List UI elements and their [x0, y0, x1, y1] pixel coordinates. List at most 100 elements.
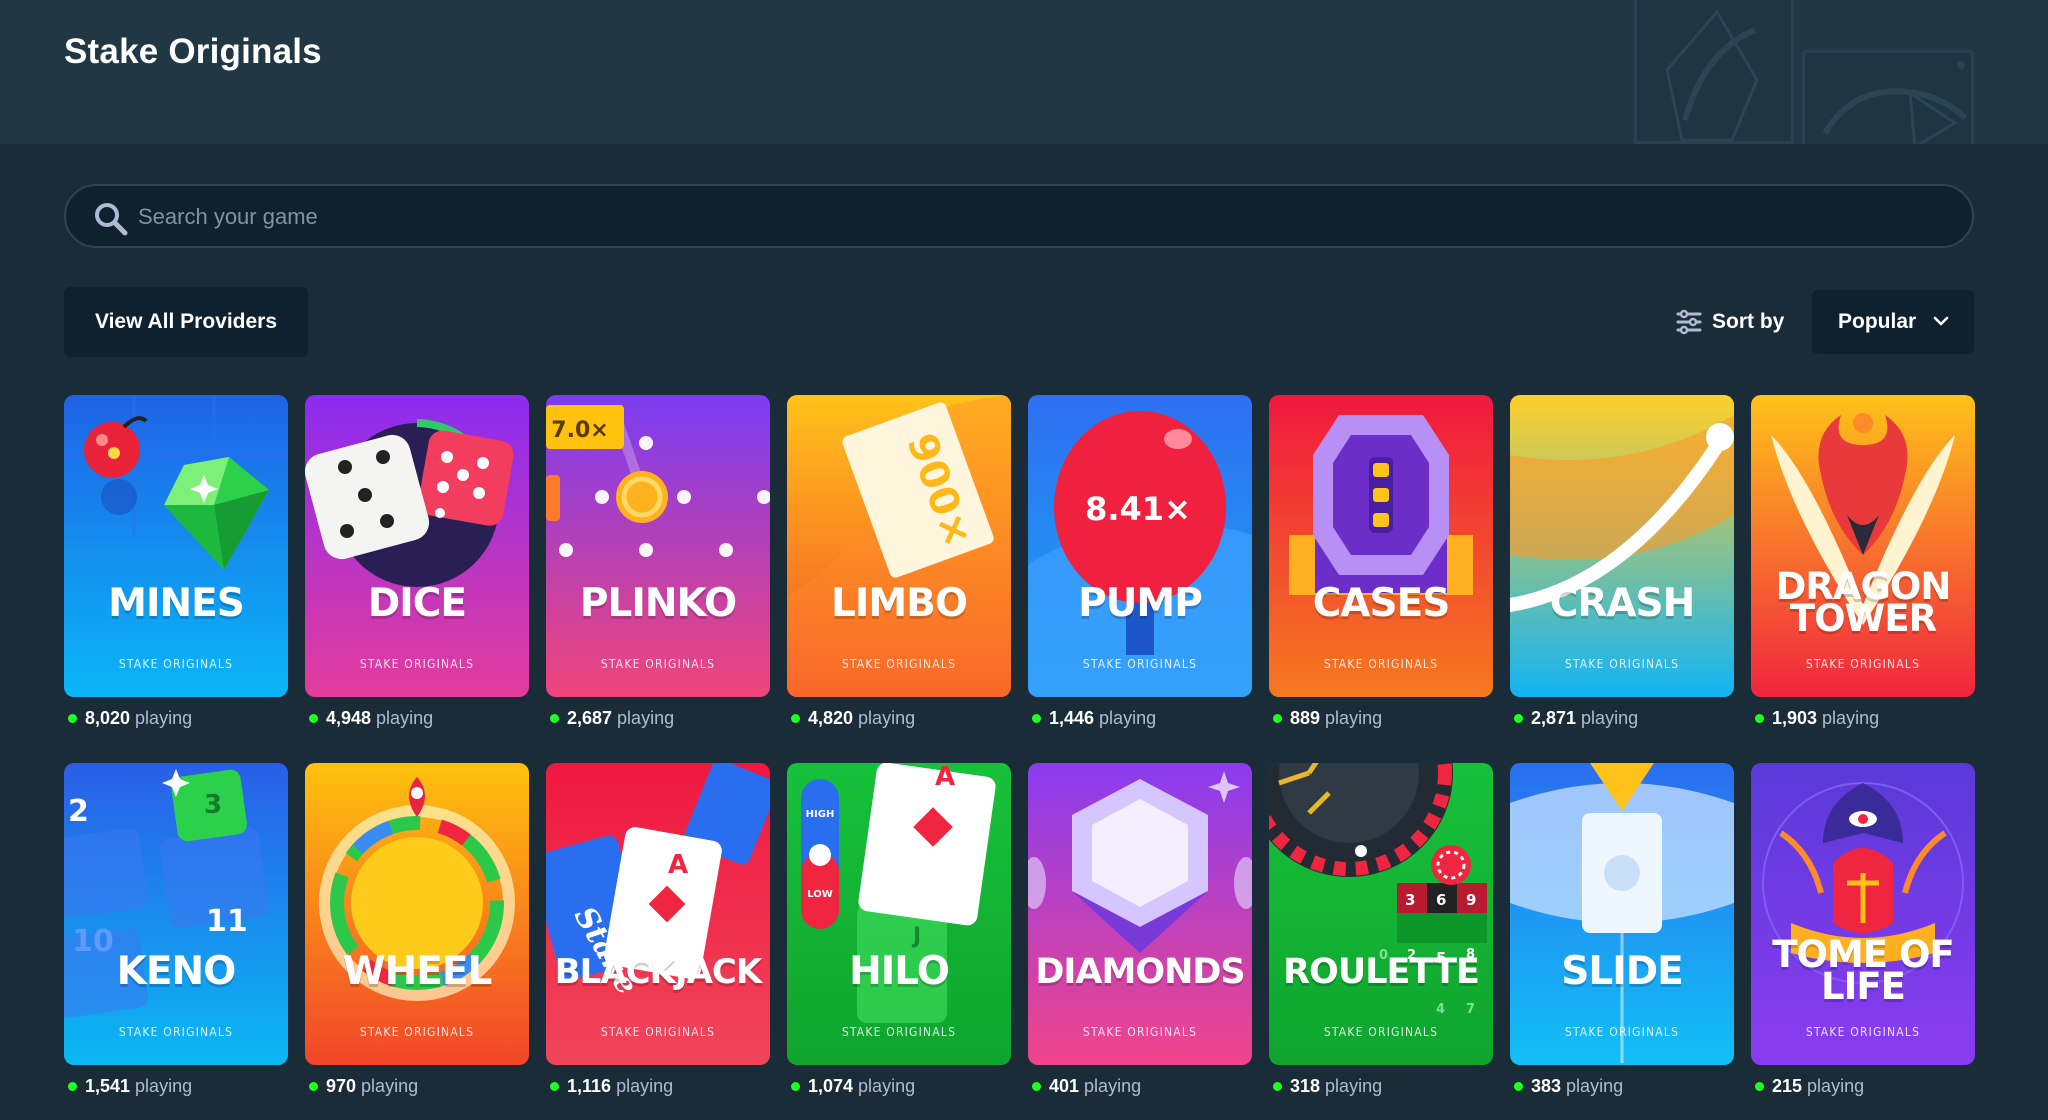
search-input[interactable] [138, 196, 1938, 238]
player-count: 970 playing [305, 1075, 529, 1097]
crash-artwork [1510, 395, 1734, 697]
wheel-artwork [305, 763, 529, 1065]
game-tile-tome-of-life[interactable]: TOME OF LIFE STAKE ORIGINALS [1751, 763, 1975, 1065]
svg-text:HIGH: HIGH [806, 809, 835, 820]
player-count: 4,948 playing [305, 707, 529, 729]
game-card-keno: 3 2 10 11 KENO STAKE ORIGINALS 1,541 pla… [64, 763, 288, 1097]
limbo-artwork: 900× [787, 395, 1011, 697]
player-count: 215 playing [1751, 1075, 1975, 1097]
svg-text:J: J [911, 924, 921, 949]
svg-text:A: A [668, 850, 688, 880]
banner-panel-left [1634, 0, 1794, 144]
search-bar[interactable] [64, 184, 1974, 248]
online-dot-icon [1755, 1081, 1764, 1091]
game-subtitle: STAKE ORIGINALS [1564, 657, 1680, 671]
mines-artwork [64, 395, 288, 697]
player-count-value: 2,871 [1531, 707, 1577, 728]
game-tile-mines[interactable]: MINES STAKE ORIGINALS [64, 395, 288, 697]
game-tile-slide[interactable]: SLIDE STAKE ORIGINALS [1510, 763, 1734, 1065]
player-count: 889 playing [1269, 707, 1493, 729]
online-dot-icon [1032, 1081, 1041, 1091]
player-count-label: playing [1325, 1075, 1383, 1096]
game-card-hilo: J A HIGH LOW HILO STAKE ORIGINALS 1,074 … [787, 763, 1011, 1097]
player-count-value: 215 [1772, 1075, 1803, 1096]
game-card-dice: DICE STAKE ORIGINALS 4,948 playing [305, 395, 529, 729]
player-count-label: playing [135, 1075, 193, 1096]
game-card-cases: CASES STAKE ORIGINALS 889 playing [1269, 395, 1493, 729]
game-tile-limbo[interactable]: 900× LIMBO STAKE ORIGINALS [787, 395, 1011, 697]
svg-text:9: 9 [1466, 891, 1476, 909]
game-tile-hilo[interactable]: J A HIGH LOW HILO STAKE ORIGINALS [787, 763, 1011, 1065]
svg-text:LOW: LOW [807, 889, 833, 900]
dice-artwork [305, 395, 529, 697]
page-title: Stake Originals [64, 32, 322, 71]
game-tile-dice[interactable]: DICE STAKE ORIGINALS [305, 395, 529, 697]
game-tile-keno[interactable]: 3 2 10 11 KENO STAKE ORIGINALS [64, 763, 288, 1065]
player-count-label: playing [858, 707, 916, 728]
player-count-label: playing [617, 707, 675, 728]
player-count-value: 4,948 [326, 707, 372, 728]
player-count: 1,446 playing [1028, 707, 1252, 729]
player-count: 1,074 playing [787, 1075, 1011, 1097]
online-dot-icon [1514, 713, 1523, 723]
player-count-label: playing [361, 1075, 419, 1096]
player-count: 1,116 playing [546, 1075, 770, 1097]
player-count-label: playing [1822, 707, 1880, 728]
keno-artwork: 3 2 10 11 [64, 763, 288, 1065]
player-count-label: playing [376, 707, 434, 728]
player-count-value: 4,820 [808, 707, 854, 728]
player-count-value: 1,541 [85, 1075, 131, 1096]
player-count-label: playing [1325, 707, 1383, 728]
tome-of-life-artwork [1751, 763, 1975, 1065]
game-tile-plinko[interactable]: 7.0× PLINKO STAKE ORIGINALS [546, 395, 770, 697]
game-tile-pump[interactable]: 8.41× PUMP STAKE ORIGINALS [1028, 395, 1252, 697]
dragon-tower-artwork [1751, 395, 1975, 697]
game-card-limbo: 900× LIMBO STAKE ORIGINALS 4,820 playing [787, 395, 1011, 729]
game-card-crash: CRASH STAKE ORIGINALS 2,871 playing [1510, 395, 1734, 729]
online-dot-icon [1032, 713, 1041, 723]
player-count-value: 383 [1531, 1075, 1562, 1096]
game-tile-roulette[interactable]: 3 6 9 5 8 4 7 0 2 ROULETTE STAKE ORIGINA… [1269, 763, 1493, 1065]
player-count: 8,020 playing [64, 707, 288, 729]
player-count: 2,687 playing [546, 707, 770, 729]
game-tile-wheel[interactable]: WHEEL STAKE ORIGINALS [305, 763, 529, 1065]
game-tile-cases[interactable]: CASES STAKE ORIGINALS [1269, 395, 1493, 697]
diamonds-artwork [1028, 763, 1252, 1065]
search-icon [95, 203, 128, 236]
player-count-value: 401 [1049, 1075, 1080, 1096]
svg-text:4: 4 [1436, 1002, 1445, 1017]
game-card-slide: SLIDE STAKE ORIGINALS 383 playing [1510, 763, 1734, 1097]
roulette-artwork: 3 6 9 5 8 4 7 0 2 [1269, 763, 1493, 1065]
player-count-value: 318 [1290, 1075, 1321, 1096]
game-subtitle: STAKE ORIGINALS [118, 657, 234, 671]
game-tile-blackjack[interactable]: Stake A BLACKJACK STAKE ORIGINALS [546, 763, 770, 1065]
banner-panel-right [1802, 50, 1974, 144]
game-tile-dragon-tower[interactable]: DRAGON TOWER STAKE ORIGINALS [1751, 395, 1975, 697]
svg-text:2: 2 [68, 794, 89, 829]
game-tile-crash[interactable]: CRASH STAKE ORIGINALS [1510, 395, 1734, 697]
player-count: 4,820 playing [787, 707, 1011, 729]
blackjack-artwork: Stake A [546, 763, 770, 1065]
online-dot-icon [68, 1081, 77, 1091]
game-title: CRASH [1549, 581, 1696, 626]
online-dot-icon [1273, 1081, 1282, 1091]
game-subtitle: STAKE ORIGINALS [600, 1025, 716, 1039]
game-card-dragon-tower: DRAGON TOWER STAKE ORIGINALS 1,903 playi… [1751, 395, 1975, 729]
multiplier-badge: 8.41× [1085, 490, 1191, 528]
player-count-value: 889 [1290, 707, 1321, 728]
player-count: 1,903 playing [1751, 707, 1975, 729]
game-tile-diamonds[interactable]: DIAMONDS STAKE ORIGINALS [1028, 763, 1252, 1065]
game-card-wheel: WHEEL STAKE ORIGINALS 970 playing [305, 763, 529, 1097]
header-banner-art [1634, 0, 1974, 144]
online-dot-icon [309, 1081, 318, 1091]
player-count: 383 playing [1510, 1075, 1734, 1097]
slide-artwork [1510, 763, 1734, 1065]
player-count-value: 8,020 [85, 707, 131, 728]
view-all-providers-button[interactable]: View All Providers [64, 287, 308, 357]
player-count-label: playing [1807, 1075, 1865, 1096]
svg-text:A: A [935, 763, 955, 792]
game-subtitle: STAKE ORIGINALS [1082, 657, 1198, 671]
sort-dropdown[interactable]: Popular [1812, 290, 1974, 354]
online-dot-icon [550, 713, 559, 723]
online-dot-icon [791, 1081, 800, 1091]
